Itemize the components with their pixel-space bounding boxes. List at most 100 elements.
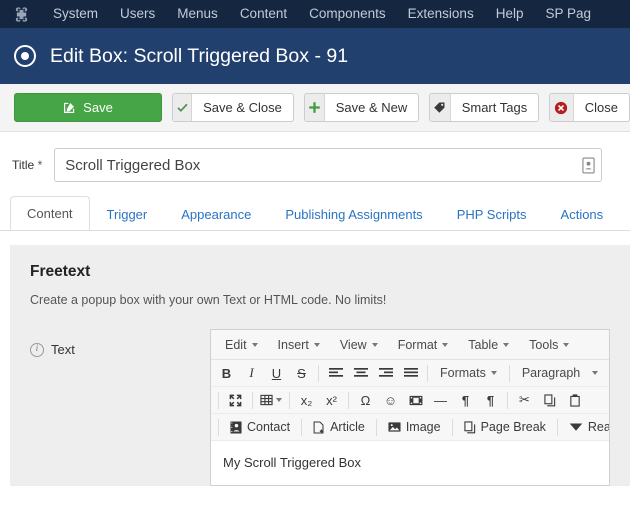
chevron-down-icon [591, 371, 598, 375]
image-button[interactable]: Image [381, 416, 448, 439]
toolbar-separator [427, 364, 428, 382]
admin-menu-item-extensions[interactable]: Extensions [397, 0, 485, 28]
close-label: Close [584, 100, 618, 115]
tab-appearance[interactable]: Appearance [164, 197, 268, 230]
tab-advanced[interactable]: Adva [620, 197, 630, 230]
contact-button-label: Contact [247, 420, 291, 434]
menu-insert[interactable]: Insert [268, 330, 330, 359]
table-icon[interactable] [257, 389, 285, 412]
superscript-icon[interactable]: x² [319, 389, 344, 412]
close-button[interactable]: Close [549, 93, 630, 122]
image-button-label: Image [405, 420, 441, 434]
horizontal-rule-icon[interactable]: — [428, 389, 453, 412]
admin-menu-item-menus[interactable]: Menus [166, 0, 229, 28]
editor-toolbar-row-1: B I U S Formats Paragraph [211, 360, 609, 387]
toolbar-separator [375, 418, 377, 436]
chevron-down-icon [442, 342, 449, 347]
admin-menu-item-users[interactable]: Users [109, 0, 166, 28]
admin-menu-item-content[interactable]: Content [229, 0, 298, 28]
freetext-panel: Freetext Create a popup box with your ow… [10, 245, 630, 486]
smart-tags-label: Smart Tags [461, 100, 528, 115]
paragraph-dropdown[interactable]: Paragraph [514, 362, 606, 385]
align-right-icon[interactable] [373, 362, 398, 385]
strikethrough-icon[interactable]: S [289, 362, 314, 385]
toolbar-separator [451, 418, 453, 436]
toolbar-separator [218, 418, 219, 436]
read-more-button-label: Read Mor [587, 420, 609, 434]
tinymce-editor: Edit Insert View Format Table Tools B I … [210, 329, 610, 486]
pencil-square-icon [63, 101, 76, 114]
save-button-label: Save [83, 100, 113, 115]
rtl-icon[interactable]: ¶ [478, 389, 503, 412]
chevron-down-icon [563, 342, 570, 347]
menu-tools[interactable]: Tools [519, 330, 579, 359]
special-character-icon[interactable]: Ω [353, 389, 378, 412]
title-row: Title * [0, 132, 630, 196]
info-circle-icon[interactable]: i [30, 342, 44, 357]
menu-table[interactable]: Table [458, 330, 519, 359]
tab-php-scripts[interactable]: PHP Scripts [440, 197, 544, 230]
menu-edit[interactable]: Edit [215, 330, 268, 359]
media-icon[interactable] [403, 389, 428, 412]
admin-menu-item-help[interactable]: Help [485, 0, 535, 28]
admin-menu-item-sp-page-builder[interactable]: SP Pag [534, 0, 602, 28]
smart-tags-button[interactable]: Smart Tags [429, 93, 540, 122]
chevron-down-icon [503, 342, 510, 347]
circle-dot-icon [14, 45, 36, 67]
align-justify-icon[interactable] [398, 362, 423, 385]
editor-content-area[interactable]: My Scroll Triggered Box [211, 441, 609, 485]
editor-menubar: Edit Insert View Format Table Tools [211, 330, 609, 360]
italic-icon[interactable]: I [239, 362, 264, 385]
emoticon-icon[interactable]: ☺ [378, 389, 403, 412]
tab-bar: Content Trigger Appearance Publishing As… [0, 196, 630, 231]
chevron-down-icon [313, 342, 320, 347]
save-and-new-button[interactable]: Save & New [303, 93, 420, 122]
fullscreen-icon[interactable] [223, 389, 248, 412]
admin-menu-item-components[interactable]: Components [298, 0, 397, 28]
freetext-description: Create a popup box with your own Text or… [30, 293, 387, 307]
bold-icon[interactable]: B [214, 362, 239, 385]
contact-card-icon[interactable] [580, 155, 596, 175]
required-marker: * [37, 158, 43, 172]
contact-button[interactable]: Contact [223, 416, 297, 439]
align-center-icon[interactable] [348, 362, 373, 385]
subscript-icon[interactable]: x₂ [294, 389, 319, 412]
chevron-down-icon [490, 371, 497, 375]
toolbar-separator [348, 391, 349, 409]
tab-actions[interactable]: Actions [544, 197, 621, 230]
page-break-icon [463, 420, 476, 434]
page-break-button[interactable]: Page Break [457, 416, 553, 439]
page-break-button-label: Page Break [480, 420, 546, 434]
toolbar-separator [289, 391, 290, 409]
ltr-icon[interactable]: ¶ [453, 389, 478, 412]
save-button[interactable]: Save [14, 93, 162, 122]
editor-toolbar-row-3: Contact Article Image Page Break Re [211, 414, 609, 441]
joomla-logo-icon[interactable] [8, 3, 34, 25]
page-title: Edit Box: Scroll Triggered Box - 91 [50, 44, 349, 67]
article-button[interactable]: Article [306, 416, 372, 439]
tab-publishing-assignments[interactable]: Publishing Assignments [268, 197, 439, 230]
toolbar-separator [301, 418, 303, 436]
tab-content[interactable]: Content [10, 196, 90, 230]
underline-icon[interactable]: U [264, 362, 289, 385]
menu-view[interactable]: View [330, 330, 388, 359]
text-label: Text [51, 342, 75, 357]
cut-icon[interactable]: ✂ [512, 389, 537, 412]
title-field-wrapper [54, 148, 602, 182]
tab-trigger[interactable]: Trigger [90, 197, 165, 230]
tag-icon [430, 94, 451, 121]
toolbar-separator [218, 391, 219, 409]
copy-icon[interactable] [537, 389, 562, 412]
formats-dropdown[interactable]: Formats [432, 362, 505, 385]
title-input[interactable] [54, 148, 602, 182]
plus-icon [304, 94, 325, 121]
text-field-row: i Text Edit Insert View Format Table Too… [30, 329, 610, 486]
admin-menu-item-system[interactable]: System [42, 0, 109, 28]
save-and-new-label: Save & New [335, 100, 408, 115]
read-more-button[interactable]: Read Mor [562, 416, 609, 439]
save-and-close-button[interactable]: Save & Close [172, 93, 294, 122]
menu-format[interactable]: Format [388, 330, 459, 359]
image-icon [388, 421, 401, 433]
paste-icon[interactable] [562, 389, 587, 412]
align-left-icon[interactable] [323, 362, 348, 385]
